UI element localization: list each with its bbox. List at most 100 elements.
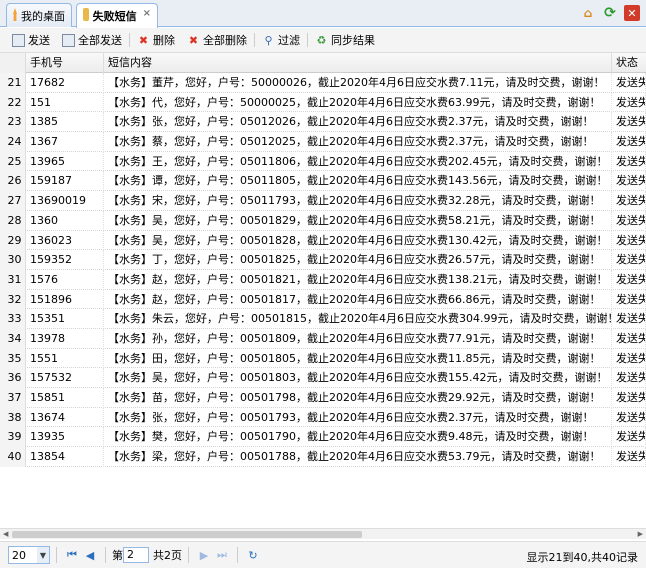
row-number: 35 bbox=[0, 348, 26, 369]
table-row[interactable]: 33 15351 【水务】朱云，您好，户号：00501815，截止2020年4月6日… bbox=[0, 309, 646, 329]
phone-cell: 17682 bbox=[26, 73, 104, 93]
status-cell: 发送失 bbox=[612, 368, 646, 388]
content-cell: 【水务】朱云，您好，户号：00501815，截止2020年4月6日应交水费304… bbox=[104, 309, 612, 329]
content-cell: 【水务】丁，您好，户号：00501825，截止2020年4月6日应交水费26.5… bbox=[104, 250, 612, 270]
column-header-status[interactable]: 状态 bbox=[612, 53, 646, 73]
prev-page-icon[interactable]: ◀ bbox=[81, 546, 99, 564]
status-cell: 发送失 bbox=[612, 309, 646, 329]
status-cell: 发送失 bbox=[612, 427, 646, 448]
scrollbar-thumb[interactable] bbox=[12, 531, 362, 538]
phone-cell: 15851 bbox=[26, 388, 104, 408]
pager-divider bbox=[188, 547, 189, 563]
refresh-icon[interactable]: ↻ bbox=[244, 546, 262, 564]
status-cell: 发送失 bbox=[612, 171, 646, 192]
content-cell: 【水务】苗，您好，户号：00501798，截止2020年4月6日应交水费29.9… bbox=[104, 388, 612, 408]
scroll-right-icon[interactable]: ▶ bbox=[638, 530, 643, 538]
table-row[interactable]: 36 157532 【水务】吴，您好，户号：00501803，截止2020年4月6日… bbox=[0, 368, 646, 388]
table-row[interactable]: 40 13854 【水务】梁，您好，户号：00501788，截止2020年4月6日应… bbox=[0, 447, 646, 467]
status-cell: 发送失 bbox=[612, 210, 646, 231]
table-row[interactable]: 39 13935 【水务】樊，您好，户号：00501790，截止2020年4月6日应… bbox=[0, 427, 646, 448]
tab-desktop[interactable]: 我的桌面 bbox=[6, 3, 72, 27]
page-size-select[interactable]: 20 ▼ bbox=[8, 546, 50, 564]
send-all-icon bbox=[62, 33, 75, 47]
row-number: 28 bbox=[0, 210, 26, 231]
column-header-content[interactable]: 短信内容 bbox=[104, 53, 612, 73]
close-button-icon[interactable]: ✕ bbox=[624, 5, 640, 21]
table-row[interactable]: 29 136023 【水务】吴，您好，户号：00501828，截止2020年4月6日… bbox=[0, 230, 646, 251]
horizontal-scrollbar[interactable]: ◀ ▶ bbox=[0, 528, 646, 539]
phone-cell: 1367 bbox=[26, 132, 104, 152]
sync-results-button[interactable]: ♻ 同步结果 bbox=[309, 30, 381, 50]
row-number: 33 bbox=[0, 309, 26, 329]
row-number: 36 bbox=[0, 368, 26, 388]
pager-divider bbox=[237, 547, 238, 563]
sync-results-button-label: 同步结果 bbox=[331, 34, 375, 47]
phone-cell: 159187 bbox=[26, 171, 104, 192]
table-row[interactable]: 37 15851 【水务】苗，您好，户号：00501798，截止2020年4月6日应… bbox=[0, 388, 646, 408]
phone-cell: 1360 bbox=[26, 210, 104, 231]
table-row[interactable]: 31 1576 【水务】赵，您好，户号：00501821，截止2020年4月6日应交… bbox=[0, 269, 646, 290]
tab-failed-sms[interactable]: 失败短信 × bbox=[76, 3, 158, 28]
row-number: 32 bbox=[0, 289, 26, 310]
home-button-icon[interactable]: ⌂ bbox=[580, 5, 596, 21]
refresh-button-icon[interactable]: ⟳ bbox=[602, 5, 618, 21]
phone-cell: 151896 bbox=[26, 289, 104, 310]
row-number: 39 bbox=[0, 427, 26, 448]
delete-all-button[interactable]: ✖ 全部删除 bbox=[181, 30, 253, 50]
table-row[interactable]: 35 1551 【水务】田，您好，户号：00501805，截止2020年4月6日应交… bbox=[0, 348, 646, 369]
tab-close-icon[interactable]: × bbox=[143, 8, 151, 19]
filter-button-label: 过滤 bbox=[278, 34, 300, 47]
phone-cell: 1551 bbox=[26, 348, 104, 369]
table-row[interactable]: 25 13965 【水务】王，您好，户号：05011806，截止2020年4月6日应… bbox=[0, 151, 646, 172]
phone-cell: 1576 bbox=[26, 269, 104, 290]
table-row[interactable]: 32 151896 【水务】赵，您好，户号：00501817，截止2020年4月6日… bbox=[0, 289, 646, 310]
status-cell: 发送失 bbox=[612, 289, 646, 310]
table-row[interactable]: 26 159187 【水务】谭，您好，户号：05011805，截止2020年4月6日… bbox=[0, 171, 646, 192]
send-icon bbox=[12, 33, 25, 47]
phone-cell: 1385 bbox=[26, 112, 104, 133]
tab-desktop-label: 我的桌面 bbox=[21, 10, 65, 23]
table-row[interactable]: 38 13674 【水务】张，您好，户号：00501793，截止2020年4月6日应… bbox=[0, 407, 646, 428]
grid-body: 21 17682 【水务】董芹，您好，户号：50000026，截止2020年4月6日… bbox=[0, 73, 646, 528]
page-prefix: 第 bbox=[112, 549, 123, 562]
next-page-icon[interactable]: ▶ bbox=[195, 546, 213, 564]
page-total: 共2页 bbox=[153, 549, 182, 562]
table-row[interactable]: 34 13978 【水务】孙，您好，户号：00501809，截止2020年4月6日应… bbox=[0, 328, 646, 349]
scroll-left-icon[interactable]: ◀ bbox=[3, 530, 8, 538]
send-all-button[interactable]: 全部发送 bbox=[56, 30, 128, 50]
filter-button[interactable]: ⚲ 过滤 bbox=[256, 30, 306, 50]
tab-bar: 我的桌面 失败短信 × ⌂ ⟳ ✕ bbox=[0, 0, 646, 28]
content-cell: 【水务】梁，您好，户号：00501788，截止2020年4月6日应交水费53.7… bbox=[104, 447, 612, 467]
status-cell: 发送失 bbox=[612, 230, 646, 251]
phone-cell: 151 bbox=[26, 92, 104, 113]
table-row[interactable]: 27 13690019 【水务】宋，您好，户号：05011793，截止2020年4月… bbox=[0, 191, 646, 211]
row-number: 27 bbox=[0, 191, 26, 211]
last-page-icon[interactable]: ⏭ bbox=[213, 546, 231, 564]
status-cell: 发送失 bbox=[612, 388, 646, 408]
table-row[interactable]: 28 1360 【水务】吴，您好，户号：00501829，截止2020年4月6日应交… bbox=[0, 210, 646, 231]
row-number: 38 bbox=[0, 407, 26, 428]
column-header-phone[interactable]: 手机号 bbox=[26, 53, 104, 73]
page-number-input[interactable]: 2 bbox=[123, 547, 149, 563]
delete-button[interactable]: ✖ 删除 bbox=[131, 30, 181, 50]
status-cell: 发送失 bbox=[612, 447, 646, 467]
table-row[interactable]: 22 151 【水务】代，您好，户号：50000025，截止2020年4月6日应交水… bbox=[0, 92, 646, 113]
status-cell: 发送失 bbox=[612, 250, 646, 270]
table-row[interactable]: 24 1367 【水务】蔡，您好，户号：05012025，截止2020年4月6日应交… bbox=[0, 132, 646, 152]
table-row[interactable]: 23 1385 【水务】张，您好，户号：05012026，截止2020年4月6日应交… bbox=[0, 112, 646, 133]
table-row[interactable]: 30 159352 【水务】丁，您好，户号：00501825，截止2020年4月6日… bbox=[0, 250, 646, 270]
content-cell: 【水务】吴，您好，户号：00501829，截止2020年4月6日应交水费58.2… bbox=[104, 210, 612, 231]
first-page-icon[interactable]: ⏮ bbox=[63, 546, 81, 564]
delete-icon: ✖ bbox=[138, 33, 149, 47]
pager-divider bbox=[105, 547, 106, 563]
send-button[interactable]: 发送 bbox=[6, 30, 56, 50]
row-number: 24 bbox=[0, 132, 26, 152]
content-cell: 【水务】谭，您好，户号：05011805，截止2020年4月6日应交水费143.… bbox=[104, 171, 612, 192]
send-all-button-label: 全部发送 bbox=[78, 34, 122, 47]
table-row[interactable]: 21 17682 【水务】董芹，您好，户号：50000026，截止2020年4月6日… bbox=[0, 73, 646, 93]
phone-cell: 136023 bbox=[26, 230, 104, 251]
status-cell: 发送失 bbox=[612, 269, 646, 290]
toolbar: 发送 全部发送 ✖ 删除 ✖ 全部删除 ⚲ 过滤 ♻ 同步结果 bbox=[0, 28, 646, 53]
chevron-down-icon[interactable]: ▼ bbox=[37, 547, 49, 563]
content-cell: 【水务】宋，您好，户号：05011793，截止2020年4月6日应交水费32.2… bbox=[104, 191, 612, 211]
